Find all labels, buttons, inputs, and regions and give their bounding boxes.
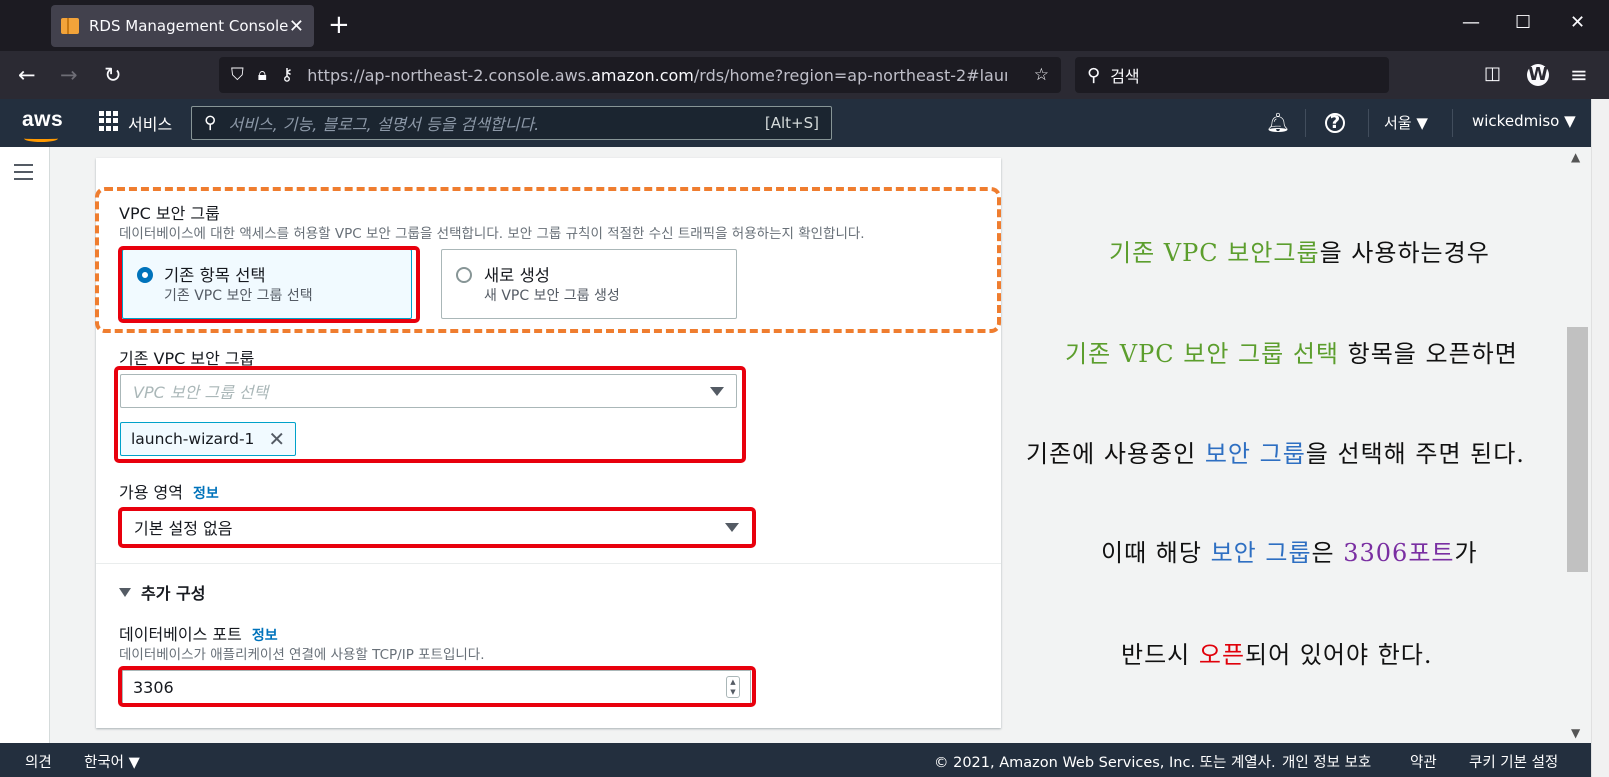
key-icon[interactable]: ⚷ [281,65,293,85]
url-bar[interactable]: ⛉ 🔒︎ ⚷ https://ap-northeast-2.console.aw… [219,57,1061,93]
browser-nav-bar: ← → ↻ ⛉ 🔒︎ ⚷ https://ap-northeast-2.cons… [0,51,1609,99]
page-scrollbar-track[interactable] [1591,99,1609,777]
annotation-line-3: 기존에 사용중인 보안 그룹을 선택해 주면 된다. [1026,440,1525,468]
shield-icon[interactable]: ⛉ [231,65,244,85]
bookmark-star-icon[interactable]: ☆ [1034,65,1049,85]
services-menu-button[interactable]: 서비스 [128,111,172,135]
forward-icon[interactable]: → [60,63,78,87]
header-divider [1452,109,1453,137]
feedback-link[interactable]: 의견 [25,751,52,772]
availability-zone-label: 가용 영역 정보 [119,483,219,502]
close-tab-icon[interactable]: ✕ [289,16,304,37]
scroll-up-icon[interactable]: ▲ [1571,150,1580,164]
annotation-line-2: 기존 VPC 보안 그룹 선택 항목을 오픈하면 [1065,340,1518,368]
annotation-line-5: 반드시 오픈되어 있어야 한다. [1121,641,1433,669]
aws-search-placeholder: 서비스, 기능, 블로그, 설명서 등을 검색합니다. [228,115,540,134]
additional-config-toggle[interactable]: 추가 구성 [119,580,205,604]
reload-icon[interactable]: ↻ [104,63,122,87]
cookie-preferences-link[interactable]: 쿠키 기본 설정 [1469,751,1558,772]
browser-search-placeholder: 검색 [1110,67,1140,86]
hamburger-menu-icon[interactable] [14,164,33,185]
expand-triangle-icon [119,587,131,597]
option-create-sg[interactable]: 새로 생성 새 VPC 보안 그룹 생성 [441,249,737,319]
additional-config-label: 추가 구성 [141,584,206,603]
browser-search-input[interactable]: ⚲ 검색 [1075,57,1389,93]
services-grid-icon[interactable] [99,111,119,131]
help-icon[interactable]: ? [1325,113,1345,133]
maximize-icon[interactable]: ☐ [1515,12,1531,33]
annotation-line-4: 이때 해당 보안 그룹은 3306포트가 [1101,539,1478,567]
annotation-red-highlight [118,507,756,548]
browser-tab[interactable]: RDS Management Console ✕ [51,5,314,47]
aws-logo[interactable]: aws [22,108,63,142]
section-divider [96,563,1001,564]
vpc-security-group-label: VPC 보안 그룹 [119,204,220,223]
new-tab-icon[interactable]: + [328,10,350,40]
aws-console-footer: 의견 한국어 ▼ © 2021, Amazon Web Services, In… [0,743,1591,777]
port-info-link[interactable]: 정보 [252,628,278,644]
scroll-down-icon[interactable]: ▼ [1571,726,1580,740]
search-shortcut-hint: [Alt+S] [764,114,819,132]
header-divider [1368,109,1369,137]
search-icon: ⚲ [1087,64,1101,86]
option-create-sg-title: 새로 생성 [484,266,550,285]
vpc-security-group-description: 데이터베이스에 대한 액세스를 허용할 VPC 보안 그룹을 선택합니다. 보안… [119,226,865,242]
menu-icon[interactable]: ≡ [1570,63,1588,87]
annotation-red-highlight [118,246,420,323]
browser-tab-bar: RDS Management Console ✕ + — ☐ ✕ [0,0,1609,51]
left-nav [0,147,50,743]
aws-console-header: aws 서비스 ⚲ 서비스, 기능, 블로그, 설명서 등을 검색합니다. [A… [0,99,1591,147]
header-divider [1305,109,1306,137]
region-selector[interactable]: 서울 ▼ [1384,112,1428,133]
aws-rds-favicon-icon [61,18,79,34]
privacy-link[interactable]: 개인 정보 보호 [1282,751,1371,772]
url-text[interactable]: https://ap-northeast-2.console.aws.amazo… [307,66,1007,85]
lock-icon[interactable]: 🔒︎ [258,65,267,85]
account-avatar-icon[interactable]: W [1527,64,1549,86]
annotation-red-highlight [114,366,746,463]
option-create-sg-subtitle: 새 VPC 보안 그룹 생성 [484,288,620,304]
tab-title: RDS Management Console [89,17,289,35]
minimize-icon[interactable]: — [1462,12,1480,33]
pocket-icon[interactable]: ◫ [1484,63,1501,84]
annotation-line-1: 기존 VPC 보안그룹을 사용하는경우 [1109,239,1490,267]
window-close-icon[interactable]: ✕ [1570,12,1585,33]
az-info-link[interactable]: 정보 [193,486,219,502]
copyright-text: © 2021, Amazon Web Services, Inc. 또는 계열사… [934,755,1276,771]
notifications-bell-icon[interactable]: 🔔︎ [1266,111,1290,134]
page-scrollbar-thumb[interactable] [1567,327,1588,572]
terms-link[interactable]: 약관 [1410,751,1437,772]
back-icon[interactable]: ← [18,63,36,87]
language-selector[interactable]: 한국어 ▼ [84,751,140,772]
annotation-red-highlight [118,666,756,707]
radio-create-sg[interactable] [456,267,472,283]
search-icon: ⚲ [204,113,217,133]
account-menu[interactable]: wickedmiso ▼ [1472,112,1576,130]
aws-search-input[interactable]: ⚲ 서비스, 기능, 블로그, 설명서 등을 검색합니다. [Alt+S] [191,106,832,140]
db-port-description: 데이터베이스가 애플리케이션 연결에 사용할 TCP/IP 포트입니다. [119,647,485,663]
db-port-label: 데이터베이스 포트 정보 [119,625,278,644]
